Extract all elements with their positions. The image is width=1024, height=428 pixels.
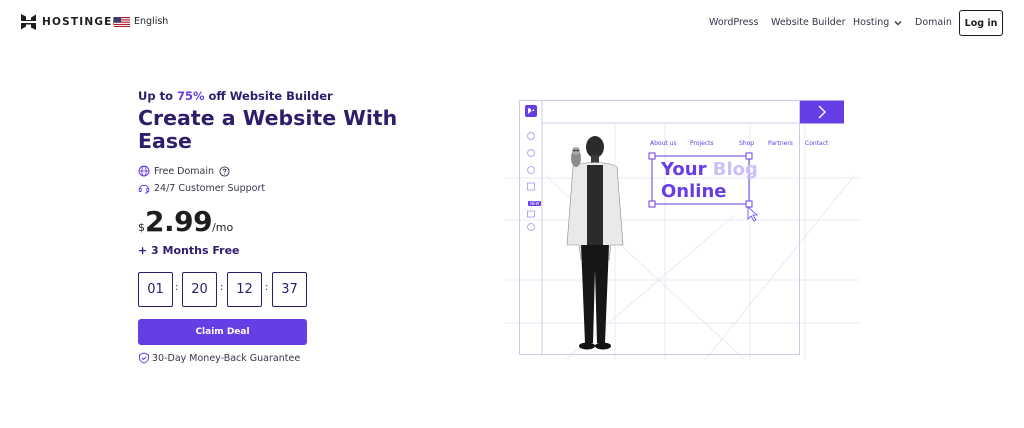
countdown-seconds: 37 bbox=[272, 272, 307, 307]
nav-hosting[interactable]: Hosting bbox=[853, 17, 903, 28]
us-flag-icon bbox=[114, 16, 130, 27]
timer-separator: : bbox=[265, 282, 269, 293]
hostinger-logo-icon bbox=[21, 14, 36, 30]
mockup-headline-word: Blog bbox=[712, 159, 758, 180]
promo-suffix: off Website Builder bbox=[204, 89, 333, 103]
countdown-days: 01 bbox=[138, 272, 173, 307]
countdown-hours: 20 bbox=[182, 272, 217, 307]
claim-deal-button[interactable]: Claim Deal bbox=[138, 319, 307, 345]
promo-percent: 75% bbox=[176, 89, 205, 103]
timer-separator: : bbox=[175, 282, 179, 293]
feature-label: Free Domain bbox=[154, 165, 215, 177]
timer-separator: : bbox=[220, 282, 224, 293]
brand-name: HOSTINGER bbox=[42, 16, 122, 28]
feature-label: 24/7 Customer Support bbox=[154, 182, 266, 194]
countdown-minutes: 12 bbox=[227, 272, 262, 307]
money-back-guarantee: 30-Day Money-Back Guarantee bbox=[138, 352, 300, 364]
nav-wordpress[interactable]: WordPress bbox=[709, 17, 758, 28]
language-selector[interactable]: English bbox=[114, 16, 168, 27]
site-header: HOSTINGER English WordPress Website Buil… bbox=[0, 0, 1024, 44]
new-badge: NEW bbox=[528, 201, 542, 206]
website-builder-illustration: About us Projects Shop Partners Contact … bbox=[505, 95, 860, 360]
brand-logo[interactable]: HOSTINGER bbox=[21, 14, 122, 30]
headset-icon bbox=[138, 184, 150, 194]
nav-website-builder[interactable]: Website Builder bbox=[771, 17, 846, 28]
nav-domain[interactable]: Domain bbox=[915, 17, 952, 28]
mockup-nav-shop: Shop bbox=[739, 140, 755, 147]
shield-check-icon bbox=[139, 352, 149, 364]
mockup-nav-contact: Contact bbox=[805, 140, 829, 147]
promo-text: Up to 75% off Website Builder bbox=[138, 89, 333, 103]
mockup-nav-about: About us bbox=[650, 140, 677, 147]
login-button[interactable]: Log in bbox=[959, 10, 1003, 36]
price-amount: 2.99 bbox=[145, 205, 213, 238]
feature-free-domain: Free Domain bbox=[138, 165, 230, 177]
mockup-nav-projects: Projects bbox=[690, 140, 714, 147]
feature-support: 24/7 Customer Support bbox=[138, 182, 265, 194]
mockup-headline: Your Blog Online bbox=[661, 159, 758, 203]
globe-icon bbox=[138, 165, 150, 177]
mockup-headline-word: Online bbox=[661, 181, 727, 202]
price-period: /mo bbox=[212, 221, 234, 234]
mockup-nav-partners: Partners bbox=[768, 140, 793, 147]
price: $ 2.99 /mo bbox=[138, 205, 233, 238]
help-circle-icon[interactable] bbox=[219, 165, 230, 177]
page-title: Create a Website With Ease bbox=[138, 106, 398, 153]
language-label: English bbox=[134, 16, 169, 27]
bonus-text: + 3 Months Free bbox=[138, 244, 240, 257]
builder-mockup-graphic bbox=[505, 100, 860, 360]
promo-prefix: Up to bbox=[138, 89, 177, 103]
chevron-down-icon bbox=[894, 20, 902, 25]
guarantee-label: 30-Day Money-Back Guarantee bbox=[152, 352, 301, 364]
mockup-headline-word: Your bbox=[661, 159, 707, 180]
price-currency: $ bbox=[138, 221, 145, 234]
nav-hosting-label: Hosting bbox=[853, 17, 890, 28]
